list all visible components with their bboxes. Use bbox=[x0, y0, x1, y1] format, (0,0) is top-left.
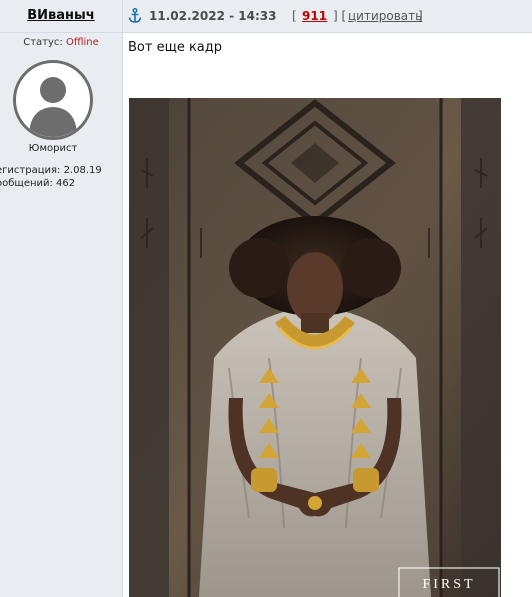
bracket-open: [ bbox=[292, 9, 297, 23]
author-registration: егистрация: 2.08.19 bbox=[0, 165, 102, 176]
bracket-close: ] bbox=[418, 9, 423, 23]
column-divider bbox=[122, 0, 123, 597]
post-date: 11.02.2022 - 14:33 bbox=[149, 9, 277, 23]
quote-button[interactable]: цитировать bbox=[348, 9, 422, 23]
status-label: Статус: bbox=[23, 37, 63, 48]
bracket-separator: ] [ bbox=[333, 9, 347, 23]
status-value: Offline bbox=[65, 37, 99, 48]
author-message-count: ообщений: 462 bbox=[0, 178, 76, 189]
avatar[interactable] bbox=[13, 60, 93, 140]
post-image[interactable]: FIRST bbox=[129, 98, 501, 597]
image-watermark-text: FIRST bbox=[422, 577, 475, 592]
user-silhouette-icon bbox=[29, 77, 77, 137]
post-text: Вот еще кадр bbox=[128, 40, 223, 55]
author-username-link[interactable]: ВИваныч bbox=[0, 8, 122, 23]
post-number-link[interactable]: 911 bbox=[302, 9, 327, 23]
author-rank: Юморист bbox=[28, 143, 78, 154]
anchor-icon[interactable] bbox=[128, 8, 142, 24]
author-status: Статус: Offline bbox=[0, 37, 122, 48]
